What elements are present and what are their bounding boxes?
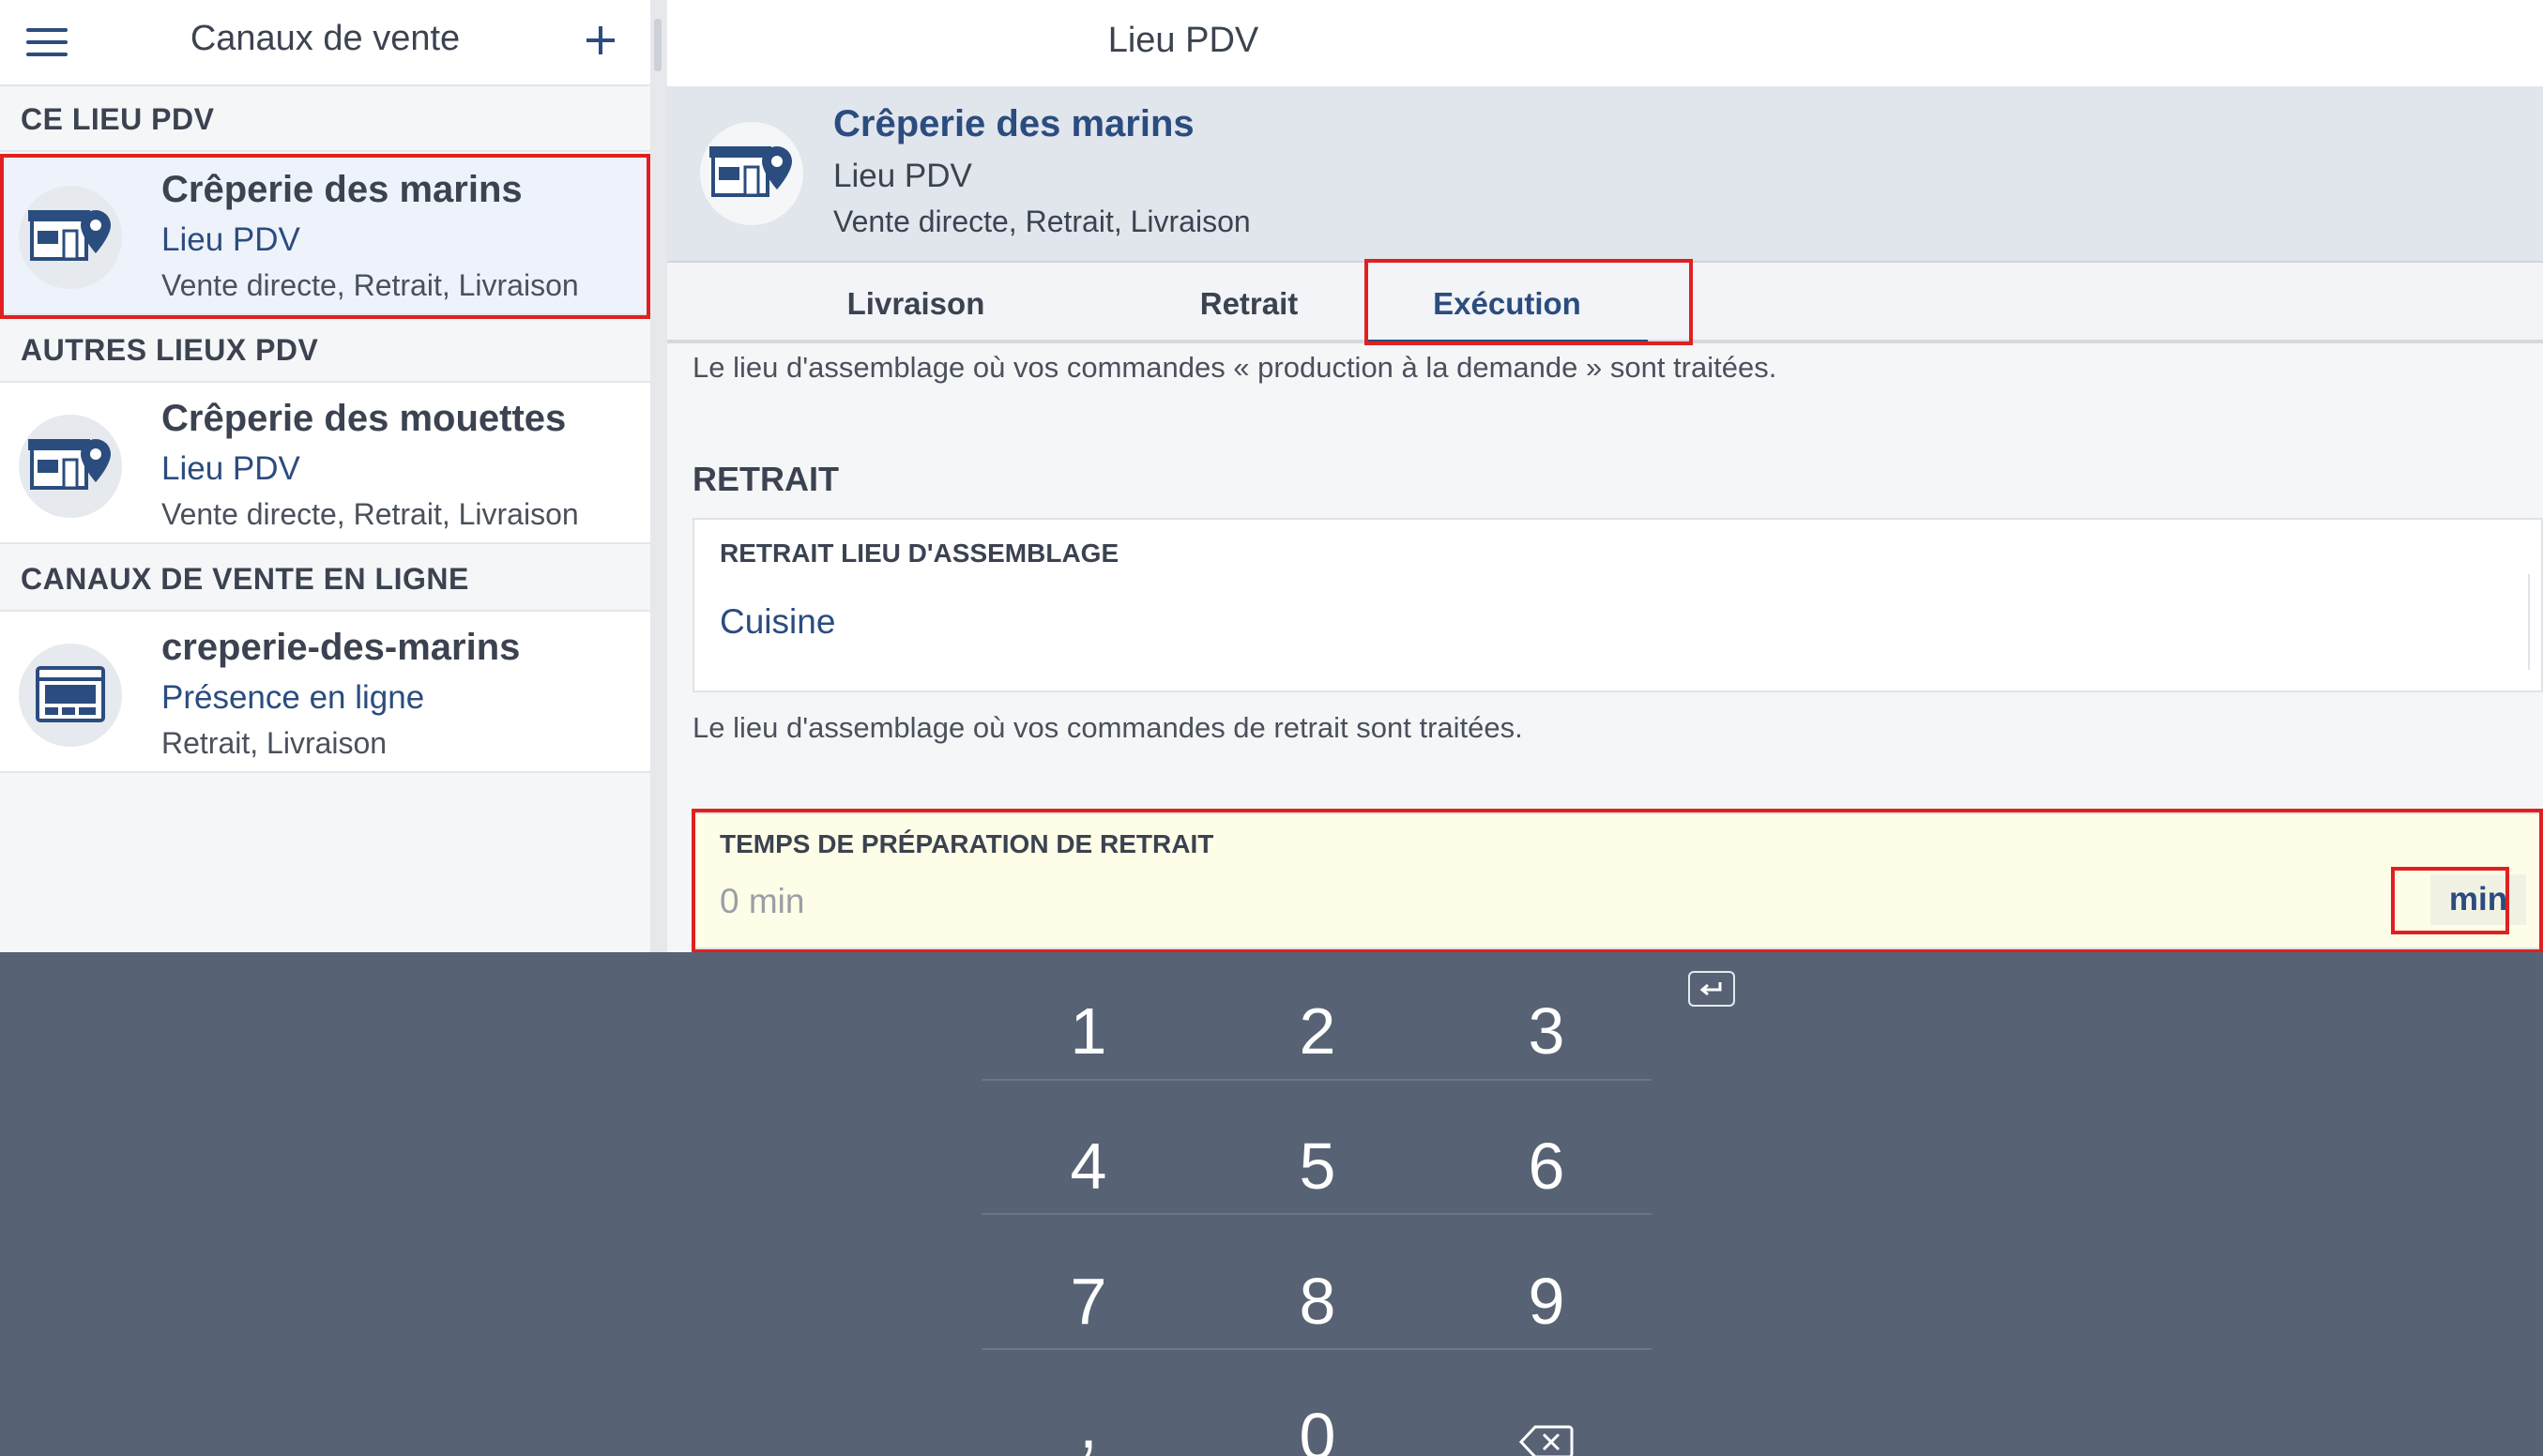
store-location-icon [19,415,122,518]
section-header-online-channels: CANAUX DE VENTE EN LIGNE [0,546,650,612]
item-title: Crêperie des marins [161,169,523,210]
section-header-other-locations: AUTRES LIEUX PDV [0,317,650,383]
sidebar-item-creperie-des-marins-online[interactable]: creperie-des-marins Présence en ligne Re… [0,612,650,773]
key-4[interactable]: 4 [976,1100,1201,1232]
key-6[interactable]: 6 [1434,1100,1659,1232]
section-title-retrait: RETRAIT [693,460,839,498]
key-1[interactable]: 1 [976,965,1201,1097]
sidebar-header: Canaux de vente [0,0,650,86]
on-demand-note: Le lieu d'assemblage où vos commandes « … [693,351,1777,384]
retrait-note: Le lieu d'assemblage où vos commandes de… [693,711,1523,744]
key-0[interactable]: 0 [1205,1371,1430,1456]
key-8[interactable]: 8 [1205,1236,1430,1367]
store-location-icon [19,186,122,289]
unit-min-button[interactable]: min [2430,874,2526,925]
item-type: Lieu PDV [161,221,300,258]
location-banner: Crêperie des marins Lieu PDV Vente direc… [667,86,2543,263]
key-2[interactable]: 2 [1205,965,1430,1097]
add-icon[interactable] [580,21,621,62]
main-panel: Lieu PDV Crêperie des marins Lieu PDV Ve… [667,0,2543,952]
sidebar-title: Canaux de vente [190,19,461,58]
field-label: RETRAIT LIEU D'ASSEMBLAGE [720,538,1119,568]
location-type: Lieu PDV [833,158,972,194]
key-row-divider [982,1213,1652,1215]
sidebar-item-creperie-des-mouettes[interactable]: Crêperie des mouettes Lieu PDV Vente dir… [0,383,650,544]
numeric-keypad: 1 2 3 4 5 6 7 8 9 , 0 [0,952,2543,1456]
main-header: Lieu PDV [667,0,2543,86]
item-type: Présence en ligne [161,679,425,716]
sidebar: Canaux de vente CE LIEU PDV Crêperie des… [0,0,650,952]
field-value: Cuisine [720,602,836,641]
key-row-divider [982,1079,1652,1081]
store-location-icon [700,122,803,225]
item-modes: Vente directe, Retrait, Livraison [161,497,579,531]
location-name: Crêperie des marins [833,103,1195,144]
section-header-this-location: CE LIEU PDV [0,86,650,152]
page-title: Lieu PDV [1107,21,1259,60]
tab-bar: Livraison Retrait Exécution [667,263,2543,343]
browser-window-icon [19,644,122,747]
prep-time-input[interactable]: 0 min [720,882,804,921]
key-3[interactable]: 3 [1434,965,1659,1097]
key-5[interactable]: 5 [1205,1100,1430,1232]
item-modes: Vente directe, Retrait, Livraison [161,268,579,302]
location-modes: Vente directe, Retrait, Livraison [833,205,1251,238]
field-label: TEMPS DE PRÉPARATION DE RETRAIT [720,829,1214,858]
assembly-location-field[interactable]: RETRAIT LIEU D'ASSEMBLAGE Cuisine [693,518,2543,692]
key-9[interactable]: 9 [1434,1236,1659,1367]
item-type: Lieu PDV [161,450,300,487]
sidebar-item-creperie-des-marins[interactable]: Crêperie des marins Lieu PDV Vente direc… [0,154,650,315]
split-divider[interactable] [650,0,667,952]
tab-retrait[interactable]: Retrait [1094,263,1404,340]
prep-time-field[interactable]: TEMPS DE PRÉPARATION DE RETRAIT 0 min mi… [693,812,2543,949]
return-icon[interactable] [1688,971,1735,1007]
backspace-icon[interactable] [1434,1371,1659,1456]
tab-livraison[interactable]: Livraison [761,263,1071,340]
item-title: Crêperie des mouettes [161,398,567,439]
item-modes: Retrait, Livraison [161,726,388,760]
key-comma[interactable]: , [976,1359,1201,1456]
tab-execution[interactable]: Exécution [1366,263,1648,343]
item-title: creperie-des-marins [161,627,521,668]
field-divider [2528,574,2530,670]
key-7[interactable]: 7 [976,1236,1201,1367]
key-row-divider [982,1348,1652,1350]
